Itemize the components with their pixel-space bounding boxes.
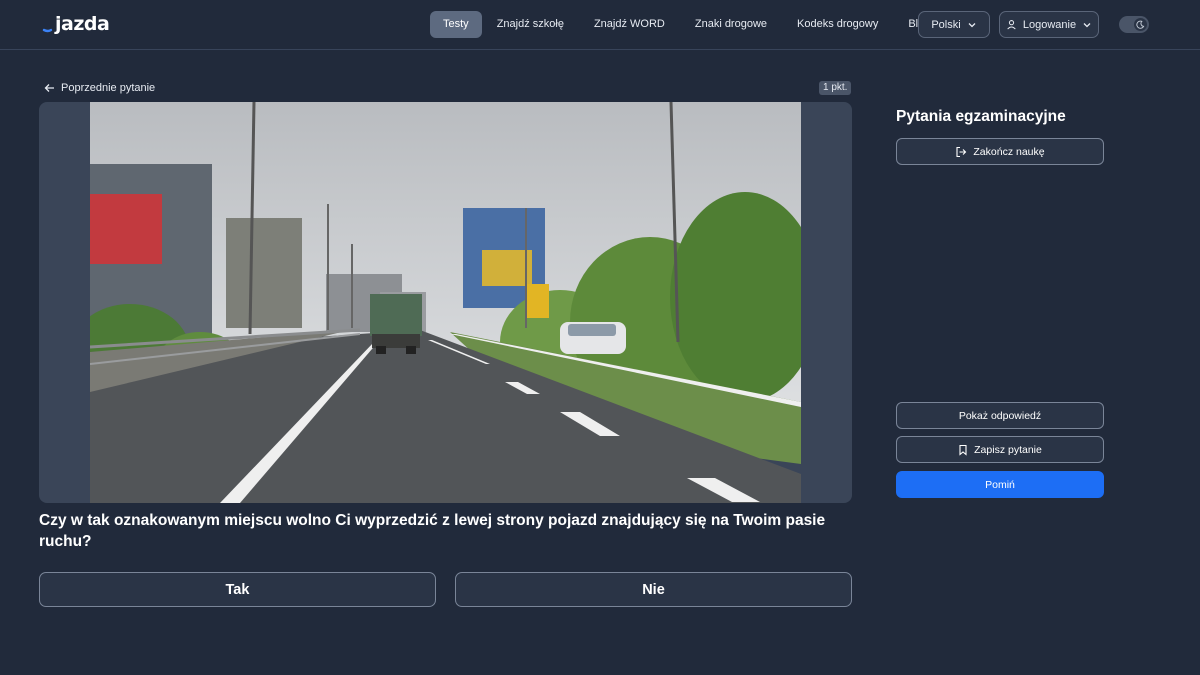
language-select[interactable]: Polski xyxy=(918,11,990,38)
skip-button[interactable]: Pomiń xyxy=(896,471,1104,498)
save-question-label: Zapisz pytanie xyxy=(974,443,1042,456)
finish-learning-button[interactable]: Zakończ naukę xyxy=(896,138,1104,165)
previous-question-link[interactable]: Poprzednie pytanie xyxy=(44,81,155,95)
language-label: Polski xyxy=(931,18,961,31)
arrow-left-icon xyxy=(44,84,54,92)
show-answer-button[interactable]: Pokaż odpowiedź xyxy=(896,402,1104,429)
login-label: Logowanie xyxy=(1022,18,1077,31)
nav-item-kodeks-drogowy[interactable]: Kodeks drogowy xyxy=(782,11,893,38)
nav-item-znajdz-szkole[interactable]: Znajdź szkołę xyxy=(482,11,579,38)
user-icon xyxy=(1007,20,1016,30)
toggle-knob xyxy=(1134,18,1147,31)
sidebar-title: Pytania egzaminacyjne xyxy=(896,108,1066,125)
previous-question-label: Poprzednie pytanie xyxy=(61,82,156,94)
logo-mark-icon xyxy=(42,28,53,33)
login-button[interactable]: Logowanie xyxy=(999,11,1099,38)
logo-text: jazda xyxy=(55,13,110,35)
logout-icon xyxy=(956,146,967,157)
logo[interactable]: jazda xyxy=(42,12,110,36)
skip-label: Pomiń xyxy=(985,478,1015,491)
road-scene-image xyxy=(90,102,801,503)
question-text: Czy w tak oznakowanym miejscu wolno Ci w… xyxy=(39,512,826,550)
question-image-frame xyxy=(39,102,852,503)
answer-yes-button[interactable]: Tak xyxy=(39,572,436,607)
bookmark-icon xyxy=(959,444,967,456)
chevron-down-icon xyxy=(968,22,976,27)
show-answer-label: Pokaż odpowiedź xyxy=(958,409,1042,422)
points-badge: 1 pkt. xyxy=(819,81,852,95)
finish-learning-label: Zakończ naukę xyxy=(973,145,1045,158)
chevron-down-icon xyxy=(1083,22,1091,27)
nav-item-znajdz-word[interactable]: Znajdź WORD xyxy=(579,11,680,38)
nav-item-znaki-drogowe[interactable]: Znaki drogowe xyxy=(680,11,782,38)
save-question-button[interactable]: Zapisz pytanie xyxy=(896,436,1104,463)
answer-no-button[interactable]: Nie xyxy=(455,572,852,607)
top-nav-bar: jazda Testy Znajdź szkołę Znajdź WORD Zn… xyxy=(0,0,1200,50)
nav-item-testy[interactable]: Testy xyxy=(430,11,482,38)
moon-icon xyxy=(1136,20,1145,29)
theme-toggle[interactable] xyxy=(1119,16,1149,33)
main-nav: Testy Znajdź szkołę Znajdź WORD Znaki dr… xyxy=(430,11,945,38)
